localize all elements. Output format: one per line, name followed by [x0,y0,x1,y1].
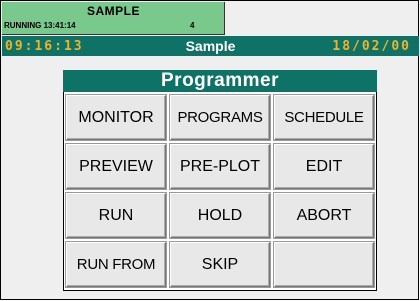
skip-button[interactable]: SKIP [170,242,270,287]
preview-button[interactable]: PREVIEW [66,144,166,189]
status-line: RUNNING 13:41:14 [4,21,76,30]
status-title: SAMPLE [86,4,140,18]
status-count: 4 [190,21,195,30]
run-clock: 13:41:14 [43,21,76,30]
empty-button[interactable] [274,242,374,287]
edit-button[interactable]: EDIT [274,144,374,189]
current-date: 18/02/00 [332,39,411,54]
monitor-button[interactable]: MONITOR [66,95,166,140]
pre-plot-button[interactable]: PRE-PLOT [170,144,270,189]
programmer-button-grid: MONITOR PROGRAMS SCHEDULE PREVIEW PRE-PL… [66,95,374,287]
run-from-button[interactable]: RUN FROM [66,242,166,287]
run-button[interactable]: RUN [66,193,166,238]
run-state: RUNNING [4,21,42,30]
abort-button[interactable]: ABORT [274,193,374,238]
title-bar: 09:16:13 Sample 18/02/00 [2,36,419,56]
hold-button[interactable]: HOLD [170,193,270,238]
programs-button[interactable]: PROGRAMS [170,95,270,140]
programmer-header: Programmer [63,70,377,92]
schedule-button[interactable]: SCHEDULE [274,95,374,140]
alarm-status-box[interactable]: SAMPLE RUNNING 13:41:14 4 [2,2,225,35]
